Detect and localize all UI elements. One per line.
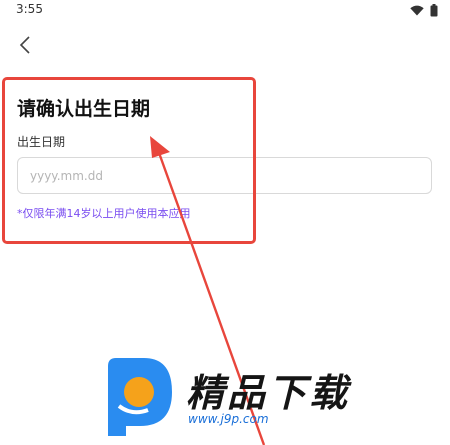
status-time: 3:55 [16, 2, 43, 16]
birth-date-label: 出生日期 [17, 135, 66, 149]
chevron-left-icon [19, 36, 30, 54]
wifi-icon [410, 5, 424, 16]
battery-icon [430, 4, 438, 17]
watermark-title: 精品下载 [186, 371, 351, 415]
back-button[interactable] [12, 32, 40, 60]
watermark: 精品下载 www.j9p.com [96, 356, 366, 442]
status-bar: 3:55 [0, 0, 450, 22]
page-title: 请确认出生日期 [17, 98, 151, 120]
j9p-logo-icon [108, 358, 172, 436]
status-icons [410, 4, 438, 17]
watermark-url: www.j9p.com [188, 412, 269, 426]
age-restriction-notice: *仅限年满14岁以上用户使用本应用 [17, 207, 191, 220]
birth-date-input[interactable] [17, 157, 432, 194]
